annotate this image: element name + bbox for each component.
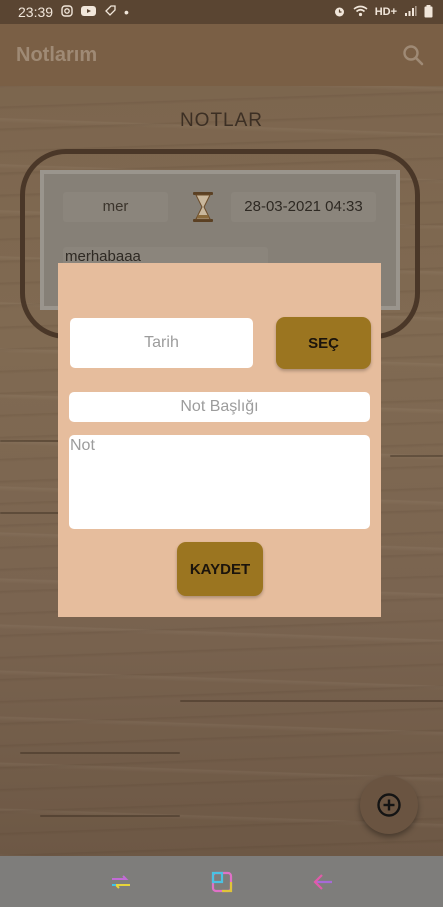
recent-apps-icon	[111, 874, 130, 889]
status-time: 23:39	[18, 4, 54, 20]
note-title-field[interactable]: Not Başlığı	[69, 392, 370, 422]
section-title: NOTLAR	[179, 110, 264, 131]
search-button[interactable]	[399, 41, 427, 69]
battery-icon	[424, 4, 433, 20]
instagram-icon	[61, 5, 73, 19]
wood-grain	[40, 815, 180, 817]
status-dot: •	[124, 4, 129, 20]
signal-icon	[404, 5, 417, 19]
home-icon	[211, 871, 232, 892]
system-nav-bar	[0, 856, 443, 907]
search-icon	[403, 45, 424, 66]
wood-grain	[20, 752, 180, 754]
youtube-icon	[81, 5, 97, 19]
note-date: 28-03-2021 04:33	[231, 192, 376, 222]
date-field[interactable]: Tarih	[70, 318, 253, 368]
hourglass-icon	[190, 191, 216, 223]
wood-grain	[390, 455, 443, 457]
add-note-dialog: Tarih SEÇ Not Başlığı Not KAYDET	[58, 263, 381, 617]
pick-date-button[interactable]: SEÇ	[276, 317, 371, 369]
note-category: mer	[63, 192, 168, 222]
tag-icon	[104, 5, 116, 19]
note-body-field[interactable]: Not	[69, 435, 370, 529]
wood-grain	[180, 700, 443, 702]
wood-grain	[0, 512, 60, 514]
add-circle-icon	[377, 793, 401, 817]
alarm-icon	[333, 5, 346, 20]
back-button[interactable]	[309, 868, 337, 896]
save-button[interactable]: KAYDET	[177, 542, 263, 596]
wifi-icon	[353, 5, 368, 19]
back-arrow-icon	[312, 873, 332, 890]
network-label: HD+	[374, 6, 397, 18]
recent-apps-button[interactable]	[107, 868, 135, 896]
home-button[interactable]	[208, 868, 236, 896]
app-bar: Notlarım	[0, 24, 443, 86]
add-note-fab[interactable]	[360, 776, 418, 834]
status-bar: 23:39 • HD+	[0, 0, 443, 24]
app-title: Notlarım	[16, 43, 98, 66]
